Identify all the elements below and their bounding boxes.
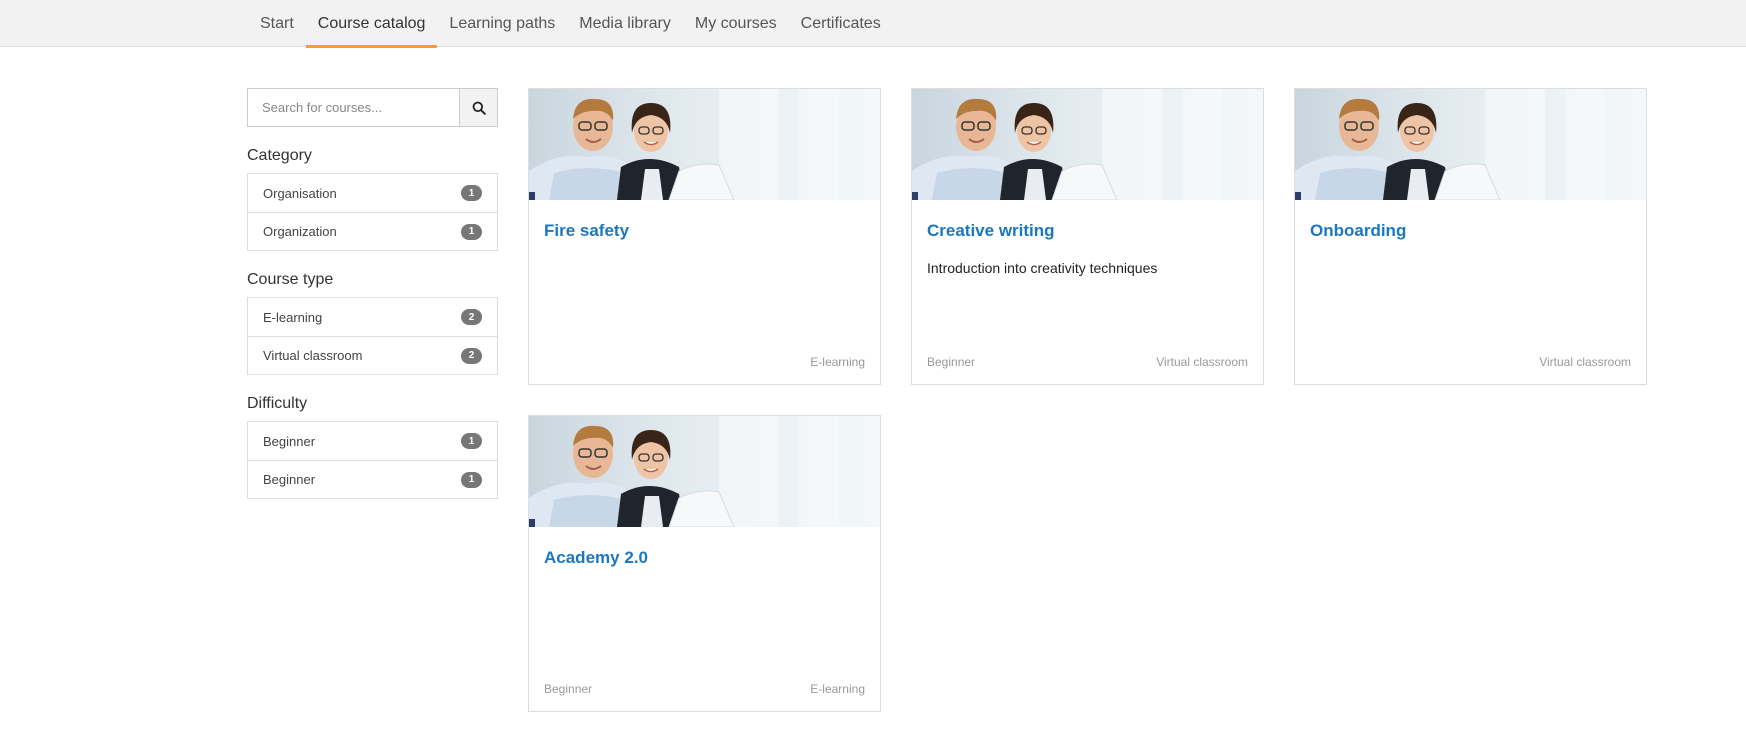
course-type-heading: Course type bbox=[247, 271, 334, 288]
count-badge: 1 bbox=[461, 185, 482, 201]
course-grid: Fire safety E-learning Creative writing … bbox=[528, 88, 1648, 712]
course-difficulty: Beginner bbox=[927, 355, 976, 369]
course-type: Virtual classroom bbox=[1539, 355, 1631, 369]
course-title[interactable]: Fire safety bbox=[544, 221, 629, 241]
count-badge: 2 bbox=[461, 309, 482, 325]
facet-item-beginner[interactable]: Beginner 1 bbox=[248, 422, 497, 460]
count-badge: 2 bbox=[461, 347, 482, 364]
course-type: Virtual classroom bbox=[1156, 355, 1248, 369]
tab-media-library[interactable]: Media library bbox=[567, 0, 683, 47]
top-navigation: Start Course catalog Learning paths Medi… bbox=[0, 0, 1746, 48]
difficulty-heading: Difficulty bbox=[247, 395, 308, 412]
category-heading: Category bbox=[247, 147, 312, 164]
facet-item-label: Virtual classroom bbox=[263, 348, 363, 363]
course-type: E-learning bbox=[810, 355, 865, 369]
count-badge: 1 bbox=[461, 471, 482, 488]
facet-item-label: Beginner bbox=[263, 472, 316, 487]
facet-item-organisation[interactable]: Organisation 1 bbox=[248, 174, 497, 212]
category-list: Organisation 1 Organization 1 bbox=[247, 173, 498, 251]
facet-item-label: Beginner bbox=[263, 433, 316, 449]
tab-my-courses[interactable]: My courses bbox=[683, 0, 789, 47]
facet-item-label: Organization bbox=[263, 224, 337, 239]
count-badge: 1 bbox=[461, 223, 482, 240]
course-card[interactable]: Academy 2.0 Beginner E-learning bbox=[528, 415, 881, 712]
filter-sidebar: Category Organisation 1 Organization 1 C… bbox=[247, 88, 498, 499]
facet-item-e-learning[interactable]: E-learning 2 bbox=[248, 298, 497, 336]
course-thumbnail bbox=[912, 89, 1263, 200]
facet-item-organization[interactable]: Organization 1 bbox=[248, 212, 497, 250]
tab-certificates[interactable]: Certificates bbox=[789, 0, 893, 47]
search-input[interactable] bbox=[248, 89, 459, 126]
course-type-list: E-learning 2 Virtual classroom 2 bbox=[247, 297, 498, 375]
tab-learning-paths[interactable]: Learning paths bbox=[437, 0, 567, 47]
count-badge: 1 bbox=[461, 433, 482, 449]
search-box bbox=[247, 88, 498, 127]
course-thumbnail bbox=[529, 416, 880, 527]
facet-item-virtual-classroom[interactable]: Virtual classroom 2 bbox=[248, 336, 497, 374]
search-button[interactable] bbox=[459, 89, 497, 126]
course-card[interactable]: Onboarding Virtual classroom bbox=[1294, 88, 1647, 385]
nav-tabs: Start Course catalog Learning paths Medi… bbox=[248, 0, 893, 48]
course-thumbnail bbox=[529, 89, 880, 200]
course-title[interactable]: Onboarding bbox=[1310, 221, 1406, 241]
course-thumbnail bbox=[1295, 89, 1646, 200]
tab-course-catalog[interactable]: Course catalog bbox=[305, 0, 438, 48]
course-card[interactable]: Fire safety E-learning bbox=[528, 88, 881, 385]
facet-item-label: E-learning bbox=[263, 309, 323, 325]
search-icon bbox=[472, 101, 486, 115]
course-description: Introduction into creativity techniques bbox=[927, 260, 1158, 276]
course-type: E-learning bbox=[810, 682, 865, 696]
difficulty-list: Beginner 1 Beginner 1 bbox=[247, 421, 498, 499]
course-title[interactable]: Creative writing bbox=[927, 221, 1055, 241]
tab-start[interactable]: Start bbox=[248, 0, 306, 47]
course-title[interactable]: Academy 2.0 bbox=[544, 548, 648, 568]
course-card[interactable]: Creative writing Introduction into creat… bbox=[911, 88, 1264, 385]
facet-item-beginner-2[interactable]: Beginner 1 bbox=[248, 460, 497, 498]
facet-item-label: Organisation bbox=[263, 185, 337, 201]
course-difficulty: Beginner bbox=[544, 682, 593, 696]
